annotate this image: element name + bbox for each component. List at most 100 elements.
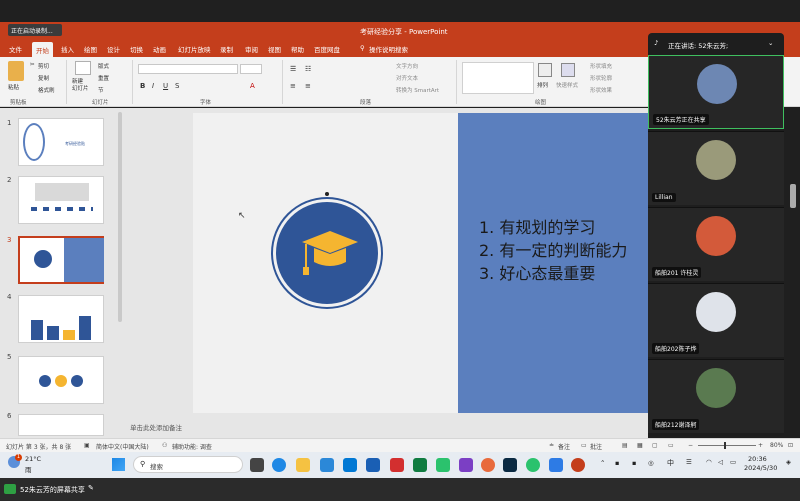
new-slide-icon[interactable] <box>75 61 91 75</box>
tab-help[interactable]: 帮助 <box>291 44 304 54</box>
battery-icon[interactable]: ▭ <box>730 458 736 466</box>
slide-thumbnail-selected[interactable] <box>18 236 104 284</box>
zoom-slider-thumb[interactable] <box>724 442 726 449</box>
volume-icon[interactable]: ◁ <box>718 458 723 466</box>
arrange-button[interactable]: 排列 <box>537 81 548 89</box>
align-text-button[interactable]: 对齐文本 <box>396 74 418 82</box>
current-slide[interactable]: 1. 有规划的学习 2. 有一定的判断能力 3. 好心态最重要 <box>193 113 648 413</box>
participant-tile[interactable]: Lillian <box>648 131 784 205</box>
tab-draw[interactable]: 绘图 <box>84 44 97 54</box>
tab-review[interactable]: 审阅 <box>245 44 258 54</box>
zoom-slider[interactable] <box>698 445 756 446</box>
shapes-gallery[interactable] <box>462 62 534 94</box>
tab-file[interactable]: 文件 <box>9 44 22 54</box>
scissors-icon[interactable]: ✂ <box>30 62 35 68</box>
zoom-out-icon[interactable]: − <box>688 442 693 449</box>
spellcheck-icon[interactable]: ▣ <box>84 442 90 449</box>
photoshop-icon[interactable] <box>503 458 517 472</box>
slide-thumbnail[interactable] <box>18 356 104 404</box>
slide-thumbnail[interactable] <box>18 414 104 436</box>
participant-tile-sharer[interactable]: 52朱云芳正在共享 <box>648 55 784 129</box>
fit-slide-icon[interactable]: ⊡ <box>788 442 793 449</box>
comment-icon[interactable]: ▭ <box>581 442 587 449</box>
cut-button[interactable]: 剪切 <box>38 62 49 70</box>
thumbnail-scrollbar[interactable] <box>118 112 122 322</box>
font-size-select[interactable] <box>240 64 262 74</box>
quick-styles-icon[interactable] <box>561 63 575 77</box>
collapse-icon[interactable]: ⌄ <box>768 39 773 47</box>
windows-start-icon[interactable] <box>112 458 125 471</box>
align-left-icon[interactable]: ≡ <box>290 82 296 90</box>
new-slide-button[interactable]: 新建 幻灯片 <box>72 79 89 93</box>
participant-tile[interactable]: 船舶202陈子烨 <box>648 283 784 357</box>
tab-transitions[interactable]: 切换 <box>130 44 143 54</box>
blue-app-icon[interactable] <box>549 458 563 472</box>
tray-icon[interactable]: ◎ <box>648 459 654 467</box>
orange-app-icon[interactable] <box>481 458 495 472</box>
normal-view-icon[interactable]: ▤ <box>622 442 628 449</box>
shape-fill-button[interactable]: 形状填充 <box>590 62 612 70</box>
slide-thumbnail[interactable] <box>18 295 104 343</box>
reading-view-icon[interactable]: ▢ <box>652 442 658 449</box>
smartart-button[interactable]: 转换为 SmartArt <box>396 86 439 94</box>
meeting-app-icon[interactable] <box>366 458 380 472</box>
powerpoint-icon[interactable] <box>571 458 585 472</box>
tray-icon[interactable]: ▪ <box>632 459 636 467</box>
text-direction-button[interactable]: 文字方向 <box>396 62 418 70</box>
font-color-icon[interactable]: A <box>250 82 255 90</box>
task-view-icon[interactable] <box>250 458 264 472</box>
excel-icon[interactable] <box>413 458 427 472</box>
wifi-icon[interactable]: ◠ <box>706 458 712 466</box>
shadow-icon[interactable]: S <box>175 82 179 90</box>
shape-effects-button[interactable]: 形状效果 <box>590 86 612 94</box>
wechat-icon[interactable] <box>436 458 450 472</box>
search-icon[interactable]: ⚲ <box>360 44 365 52</box>
rotation-handle[interactable] <box>325 192 329 196</box>
language-indicator[interactable]: 简体中文(中国大陆) <box>96 442 149 451</box>
clock-time[interactable]: 20:36 <box>748 455 767 463</box>
chevron-up-icon[interactable]: ⌃ <box>600 459 605 467</box>
participant-tile[interactable]: 船舶201 许桂灵 <box>648 207 784 281</box>
taskbar-search[interactable]: ⚲ 搜索 <box>133 456 243 473</box>
clock-date[interactable]: 2024/5/30 <box>744 464 777 472</box>
accessibility-icon[interactable]: ⚇ <box>162 442 167 449</box>
visual-studio-icon[interactable] <box>459 458 473 472</box>
font-name-select[interactable] <box>138 64 238 74</box>
file-explorer-icon[interactable] <box>296 458 310 472</box>
tab-home[interactable]: 开始 <box>32 42 53 57</box>
pen-icon[interactable]: ✎ <box>88 484 94 492</box>
format-painter-button[interactable]: 格式刷 <box>38 86 55 94</box>
align-center-icon[interactable]: ≡ <box>305 82 311 90</box>
tab-record[interactable]: 录制 <box>220 44 233 54</box>
tab-slideshow[interactable]: 幻灯片放映 <box>178 44 211 54</box>
comments-button[interactable]: 批注 <box>590 442 602 451</box>
quick-styles-button[interactable]: 快速样式 <box>556 81 578 89</box>
tab-baidu[interactable]: 百度网盘 <box>314 44 340 54</box>
tray-icon[interactable]: ▪ <box>615 459 619 467</box>
store-icon[interactable] <box>320 458 334 472</box>
slideshow-icon[interactable]: ▭ <box>668 442 674 449</box>
red-app-icon[interactable] <box>390 458 404 472</box>
slide-thumbnail[interactable] <box>18 176 104 224</box>
bullet-list[interactable]: 1. 有规划的学习 2. 有一定的判断能力 3. 好心态最重要 <box>479 216 627 285</box>
tab-animations[interactable]: 动画 <box>153 44 166 54</box>
numbering-icon[interactable]: ☷ <box>305 65 311 73</box>
mail-icon[interactable] <box>343 458 357 472</box>
zoom-level[interactable]: 80% <box>770 442 783 449</box>
notes-placeholder[interactable]: 单击此处添加备注 <box>130 422 182 432</box>
shape-outline-button[interactable]: 形状轮廓 <box>590 74 612 82</box>
panel-scroll-handle[interactable] <box>790 184 796 208</box>
tab-design[interactable]: 设计 <box>107 44 120 54</box>
accessibility-status[interactable]: 辅助功能: 调查 <box>172 442 212 451</box>
chat-app-icon[interactable] <box>526 458 540 472</box>
ime-indicator[interactable]: 中 <box>667 458 674 468</box>
bullets-icon[interactable]: ☰ <box>290 65 296 73</box>
layout-button[interactable]: 版式 <box>98 62 109 70</box>
notes-button[interactable]: 备注 <box>558 442 570 451</box>
notes-icon[interactable]: ≐ <box>549 442 554 449</box>
sorter-view-icon[interactable]: ▦ <box>637 442 643 449</box>
arrange-icon[interactable] <box>538 63 552 77</box>
tab-view[interactable]: 视图 <box>268 44 281 54</box>
section-button[interactable]: 节 <box>98 86 104 94</box>
slide-thumbnail[interactable]: 考研经验贴 <box>18 118 104 166</box>
